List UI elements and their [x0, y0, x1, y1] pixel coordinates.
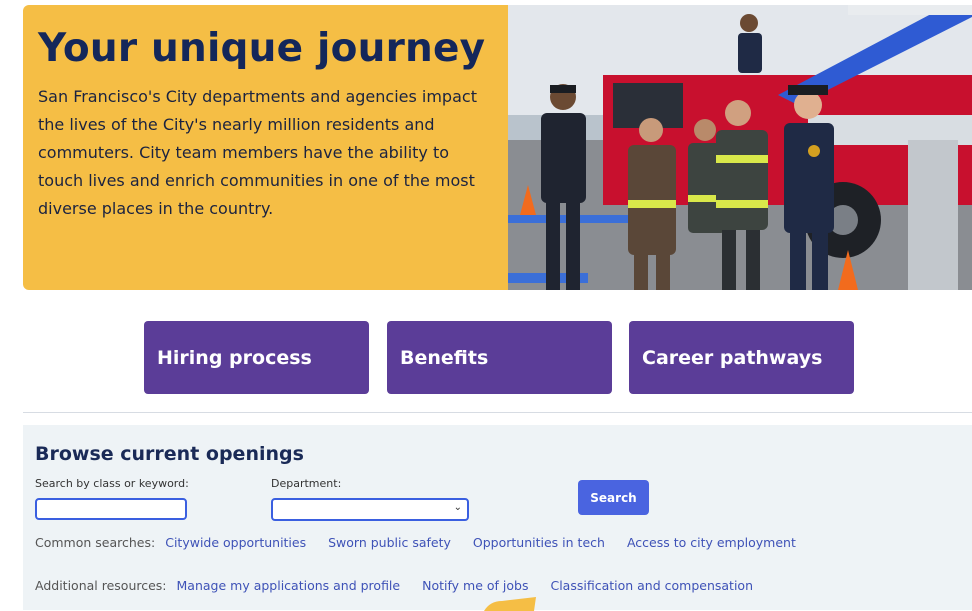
- department-label: Department:: [271, 477, 342, 490]
- common-searches-label: Common searches:: [35, 535, 156, 550]
- section-divider: [23, 412, 972, 413]
- link-sworn-public-safety[interactable]: Sworn public safety: [328, 535, 451, 550]
- career-pathways-card[interactable]: Career pathways: [629, 321, 854, 394]
- chevron-down-icon: ⌄: [453, 502, 462, 513]
- browse-title: Browse current openings: [35, 443, 304, 465]
- hero-text-panel: Your unique journey San Francisco's City…: [23, 5, 508, 290]
- hiring-process-card[interactable]: Hiring process: [144, 321, 369, 394]
- link-manage-applications[interactable]: Manage my applications and profile: [177, 578, 401, 593]
- hero-title: Your unique journey: [38, 26, 486, 71]
- link-access-to-city-employment[interactable]: Access to city employment: [627, 535, 796, 550]
- benefits-card[interactable]: Benefits: [387, 321, 612, 394]
- search-button[interactable]: Search: [578, 480, 649, 515]
- browse-openings-panel: Browse current openings Search by class …: [23, 425, 972, 610]
- link-citywide-opportunities[interactable]: Citywide opportunities: [165, 535, 306, 550]
- hero-section: Your unique journey San Francisco's City…: [23, 5, 972, 290]
- firefighters-photo-illustration: [508, 5, 972, 290]
- hero-description: San Francisco's City departments and age…: [38, 87, 477, 218]
- additional-resources-row: Additional resources: Manage my applicati…: [35, 578, 753, 593]
- keyword-label: Search by class or keyword:: [35, 477, 189, 490]
- additional-resources-label: Additional resources:: [35, 578, 167, 593]
- link-opportunities-in-tech[interactable]: Opportunities in tech: [473, 535, 605, 550]
- keyword-search-input[interactable]: [35, 498, 187, 520]
- common-searches-row: Common searches: Citywide opportunities Sw…: [35, 535, 796, 550]
- department-select[interactable]: ⌄: [271, 498, 469, 521]
- hero-photo-firefighters: [508, 5, 972, 290]
- link-classification-and-compensation[interactable]: Classification and compensation: [550, 578, 753, 593]
- link-notify-me-of-jobs[interactable]: Notify me of jobs: [422, 578, 528, 593]
- feedback-tab-icon[interactable]: [484, 597, 536, 611]
- quick-links: Hiring process Benefits Career pathways: [0, 321, 972, 394]
